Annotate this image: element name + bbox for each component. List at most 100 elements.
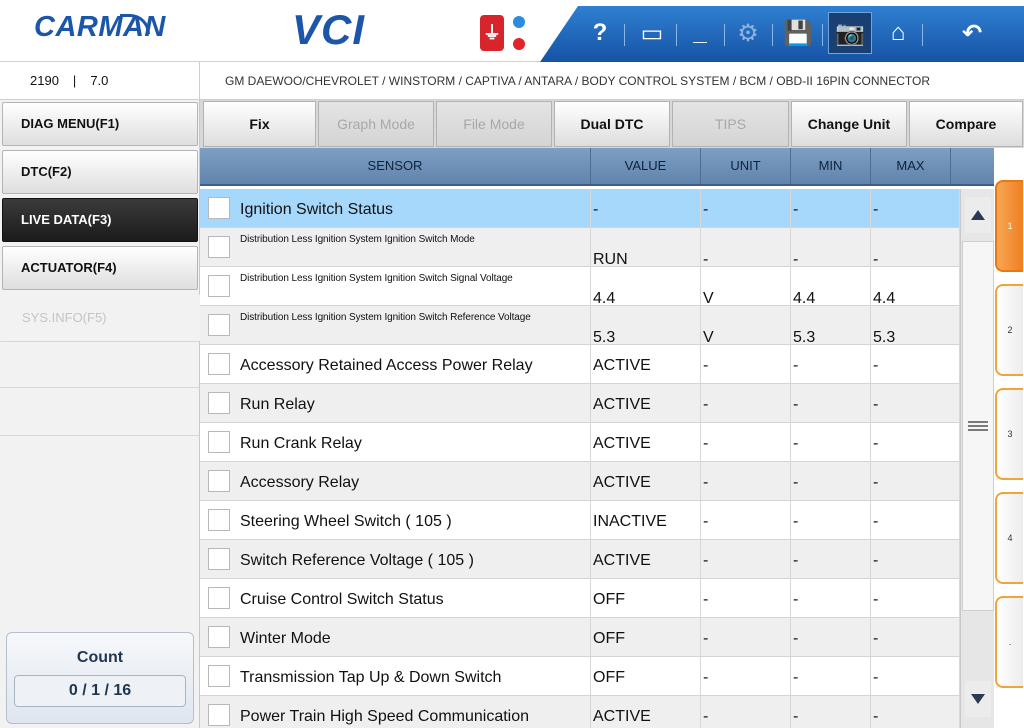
table-row[interactable]: Power Train High Speed Communication ACTI… [200,696,960,728]
row-checkbox[interactable] [208,236,230,258]
count-value: 0 / 1 / 16 [14,675,186,707]
scroll-up-button[interactable] [965,197,991,233]
row-checkbox[interactable] [208,431,230,453]
max-cell: 5.3 [871,306,960,346]
sensor-name: Distribution Less Ignition System Igniti… [240,273,513,284]
sensor-name: Switch Reference Voltage ( 105 ) [240,552,474,569]
max-text: - [873,201,879,218]
row-checkbox[interactable] [208,392,230,414]
value-cell: OFF [591,657,701,696]
table-row[interactable]: Steering Wheel Switch ( 105 ) INACTIVE - - - [200,501,960,540]
row-checkbox[interactable] [208,626,230,648]
question-icon: ? [592,19,608,46]
unit-cell: V [701,267,791,307]
row-checkbox[interactable] [208,197,230,219]
sensor-name: Steering Wheel Switch ( 105 ) [240,513,452,530]
menu-item-diag-menu-f1[interactable]: DIAG MENU(F1) [2,102,198,146]
menu-item-live-data-f3[interactable]: LIVE DATA(F3) [2,198,198,242]
value-text: - [593,201,599,218]
max-cell: - [871,618,960,657]
sensor-name: Run Crank Relay [240,435,362,452]
column-header-max[interactable]: MAX [871,148,951,184]
column-header-value[interactable]: VALUE [591,148,701,184]
row-checkbox[interactable] [208,548,230,570]
row-checkbox[interactable] [208,470,230,492]
sensor-name: Winter Mode [240,630,331,647]
table-row[interactable]: Run Relay ACTIVE - - - [200,384,960,423]
row-checkbox[interactable] [208,314,230,336]
table-row[interactable]: Distribution Less Ignition System Igniti… [200,228,960,268]
unit-text: - [703,474,709,491]
table-row[interactable]: Distribution Less Ignition System Igniti… [200,267,960,307]
unit-cell: - [701,657,791,696]
minimize-button[interactable]: _ [678,12,722,54]
breadcrumb: GM DAEWOO/CHEVROLET / WINSTORM / CAPTIVA… [225,74,930,88]
page-tab-5[interactable]: . [995,596,1023,688]
fix-button[interactable]: Fix [203,101,316,147]
page-tab-2[interactable]: 2 [995,284,1023,376]
row-checkbox[interactable] [208,275,230,297]
unit-cell: - [701,696,791,728]
gear-icon: ⚙ [737,19,759,47]
table-row[interactable]: Accessory Relay ACTIVE - - - [200,462,960,501]
scroll-down-button[interactable] [965,681,991,717]
column-header-sensor[interactable]: SENSOR [200,148,591,184]
sensor-cell: Distribution Less Ignition System Igniti… [200,267,591,306]
page-tab-4[interactable]: 4 [995,492,1023,584]
table-scrollbar[interactable] [960,189,994,728]
settings-button[interactable]: ⚙ [726,12,770,54]
save-button[interactable]: 💾 [776,12,820,54]
row-checkbox[interactable] [208,353,230,375]
row-checkbox[interactable] [208,587,230,609]
row-checkbox[interactable] [208,665,230,687]
table-row[interactable]: Switch Reference Voltage ( 105 ) ACTIVE - -… [200,540,960,579]
row-checkbox[interactable] [208,704,230,726]
column-header-min[interactable]: MIN [791,148,871,184]
max-cell: - [871,696,960,728]
table-row[interactable]: Distribution Less Ignition System Igniti… [200,306,960,346]
function-bar: Fix Graph Mode File Mode Dual DTC TIPS Change… [200,100,1024,148]
scroll-thumb[interactable] [962,241,994,611]
table-row[interactable]: Cruise Control Switch Status OFF - - - [200,579,960,618]
compare-button[interactable]: Compare [909,101,1023,147]
dual-dtc-button[interactable]: Dual DTC [554,101,670,147]
value-text: ACTIVE [593,357,651,374]
table-row[interactable]: Run Crank Relay ACTIVE - - - [200,423,960,462]
max-cell: - [871,345,960,384]
column-header-unit[interactable]: UNIT [701,148,791,184]
table-row[interactable]: Accessory Retained Access Power Relay ACT… [200,345,960,384]
sensor-cell: Switch Reference Voltage ( 105 ) [200,540,591,579]
min-text: - [793,435,799,452]
vehicle-code: 2190 | 7.0 [0,62,200,100]
count-panel: Count 0 / 1 / 16 [6,632,194,724]
save-icon: 💾 [783,19,813,47]
table-row[interactable]: Transmission Tap Up & Down Switch OFF - - - [200,657,960,696]
max-cell: - [871,501,960,540]
menu-item-actuator-f4[interactable]: ACTUATOR(F4) [2,246,198,290]
value-text: OFF [593,591,625,608]
home-button[interactable]: ⌂ [876,12,920,54]
sensor-cell: Accessory Retained Access Power Relay [200,345,591,384]
toolbar-separator [724,24,725,46]
window-button[interactable]: ▭ [630,12,674,54]
min-cell: - [791,618,871,657]
page-tab-3[interactable]: 3 [995,388,1023,480]
help-button[interactable]: ? [578,12,622,54]
max-text: - [873,396,879,413]
max-cell: 4.4 [871,267,960,307]
camera-button[interactable]: 📷 [828,12,872,54]
value-text: ACTIVE [593,474,651,491]
value-cell: ACTIVE [591,696,701,728]
change-unit-button[interactable]: Change Unit [791,101,907,147]
back-button[interactable]: ↶ [950,12,994,54]
max-cell: - [871,462,960,501]
unit-text: - [703,201,709,218]
row-checkbox[interactable] [208,509,230,531]
table-row[interactable]: Winter Mode OFF - - - [200,618,960,657]
page-tab-1[interactable]: 1 [995,180,1023,272]
value-cell: ACTIVE [591,540,701,579]
menu-item-dtc-f2[interactable]: DTC(F2) [2,150,198,194]
sensor-cell: Run Relay [200,384,591,423]
table-row[interactable]: Ignition Switch Status - - - - [200,189,960,228]
value-cell: - [591,189,701,228]
